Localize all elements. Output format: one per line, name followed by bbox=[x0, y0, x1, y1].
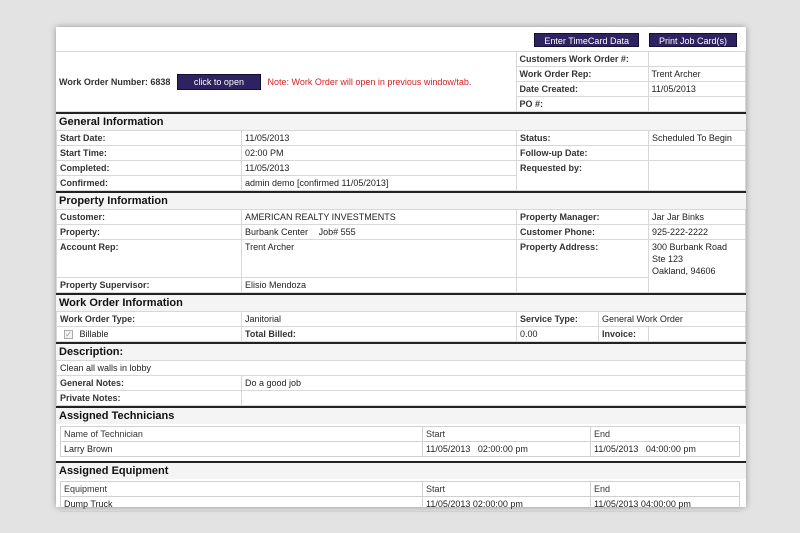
general-information-header: General Information bbox=[56, 112, 746, 130]
requested-by-label: Requested by: bbox=[516, 160, 649, 191]
address-line-3: Oakland, 94606 bbox=[652, 266, 716, 276]
completed-value: 11/05/2013 bbox=[241, 160, 517, 176]
technicians-table: Name of Technician Start End Larry Brown… bbox=[60, 426, 740, 457]
empty-cell bbox=[516, 277, 649, 293]
po-label: PO #: bbox=[515, 96, 649, 112]
confirmed-value: admin demo [confirmed 11/05/2013] bbox=[241, 175, 517, 191]
property-information-table: Customer: AMERICAN REALTY INVESTMENTS Pr… bbox=[56, 209, 746, 293]
description-header: Description: bbox=[56, 342, 746, 360]
start-time-label: Start Time: bbox=[56, 145, 242, 161]
property-information-header: Property Information bbox=[56, 191, 746, 209]
total-billed-value: 0.00 bbox=[516, 326, 599, 342]
customers-work-order-label: Customers Work Order #: bbox=[515, 51, 649, 67]
billable-checkbox[interactable]: ✓ bbox=[64, 330, 73, 340]
service-type-label: Service Type: bbox=[516, 311, 599, 327]
work-order-type-value: Janitorial bbox=[241, 311, 517, 327]
work-order-information-table: Work Order Type: Janitorial Service Type… bbox=[56, 311, 746, 342]
property-supervisor-label: Property Supervisor: bbox=[56, 277, 242, 293]
invoice-label: Invoice: bbox=[598, 326, 649, 342]
technician-name-column-header: Name of Technician bbox=[60, 426, 423, 442]
work-order-header: Work Order Number: 6838 click to open No… bbox=[56, 51, 746, 112]
equipment-end-column-header: End bbox=[590, 481, 740, 497]
account-rep-label: Account Rep: bbox=[56, 239, 242, 278]
requested-by-value bbox=[648, 160, 746, 191]
technician-end: 11/05/2013 04:00:00 pm bbox=[590, 441, 740, 457]
start-date-label: Start Date: bbox=[56, 130, 242, 146]
work-order-number: 6838 bbox=[150, 76, 171, 87]
work-order-card: Enter TimeCard Data Print Job Card(s) Wo… bbox=[56, 27, 746, 512]
table-row: Dump Truck 11/05/2013 02:00:00 pm 11/05/… bbox=[60, 496, 740, 512]
property-value: Burbank Center bbox=[245, 227, 309, 237]
property-supervisor-value: Elisio Mendoza bbox=[241, 277, 517, 293]
work-order-rep-value: Trent Archer bbox=[647, 66, 746, 82]
address-line-2: Ste 123 bbox=[652, 254, 684, 264]
date-created-value: 11/05/2013 bbox=[647, 81, 746, 97]
print-job-card-button[interactable]: Print Job Card(s) bbox=[648, 33, 737, 47]
general-notes-value: Do a good job bbox=[241, 375, 746, 391]
technician-name: Larry Brown bbox=[60, 441, 423, 457]
completed-label: Completed: bbox=[56, 160, 242, 176]
work-order-type-label: Work Order Type: bbox=[56, 311, 242, 327]
billable-label: Billable bbox=[79, 329, 109, 339]
technician-start: 11/05/2013 02:00:00 pm bbox=[422, 441, 591, 457]
open-note: Note: Work Order will open in previous w… bbox=[267, 76, 472, 87]
customer-phone-value: 925-222-2222 bbox=[648, 224, 746, 240]
property-address-label: Property Address: bbox=[516, 239, 649, 278]
assigned-technicians-header: Assigned Technicians bbox=[56, 406, 746, 424]
equipment-column-header: Equipment bbox=[60, 481, 423, 497]
table-row: Larry Brown 11/05/2013 02:00:00 pm 11/05… bbox=[60, 441, 740, 457]
job-number: Job# 555 bbox=[318, 227, 356, 237]
customer-value: AMERICAN REALTY INVESTMENTS bbox=[241, 209, 517, 225]
account-rep-value: Trent Archer bbox=[241, 239, 517, 278]
customer-label: Customer: bbox=[56, 209, 242, 225]
customers-work-order-value bbox=[647, 51, 746, 67]
work-order-number-label: Work Order Number: bbox=[59, 76, 148, 87]
general-information-table: Start Date: 11/05/2013 Status: Scheduled… bbox=[56, 130, 746, 191]
equipment-start-column-header: Start bbox=[422, 481, 591, 497]
toolbar: Enter TimeCard Data Print Job Card(s) bbox=[56, 27, 746, 51]
status-label: Status: bbox=[516, 130, 649, 146]
equipment-end: 11/05/2013 04:00:00 pm bbox=[590, 496, 740, 512]
customer-phone-label: Customer Phone: bbox=[516, 224, 649, 240]
property-label: Property: bbox=[56, 224, 242, 240]
follow-up-date-label: Follow-up Date: bbox=[516, 145, 649, 161]
confirmed-label: Confirmed: bbox=[56, 175, 242, 191]
property-manager-label: Property Manager: bbox=[516, 209, 649, 225]
address-line-1: 300 Burbank Road bbox=[652, 242, 728, 252]
invoice-value bbox=[648, 326, 746, 342]
service-type-value: General Work Order bbox=[598, 311, 746, 327]
assigned-equipment-header: Assigned Equipment bbox=[56, 461, 746, 479]
property-manager-value: Jar Jar Binks bbox=[648, 209, 746, 225]
property-value-cell: Burbank Center Job# 555 bbox=[241, 224, 517, 240]
work-order-information-header: Work Order Information bbox=[56, 293, 746, 311]
description-table: Clean all walls in lobby General Notes: … bbox=[56, 360, 746, 406]
technician-start-column-header: Start bbox=[422, 426, 591, 442]
private-notes-value bbox=[241, 390, 746, 406]
status-value: Scheduled To Begin bbox=[648, 130, 746, 146]
click-to-open-button[interactable]: click to open bbox=[176, 73, 261, 90]
equipment-name: Dump Truck bbox=[60, 496, 423, 512]
work-order-rep-label: Work Order Rep: bbox=[515, 66, 649, 82]
private-notes-label: Private Notes: bbox=[56, 390, 242, 406]
equipment-table: Equipment Start End Dump Truck 11/05/201… bbox=[60, 481, 740, 512]
general-notes-label: General Notes: bbox=[56, 375, 242, 391]
start-time-value: 02:00 PM bbox=[241, 145, 517, 161]
equipment-start: 11/05/2013 02:00:00 pm bbox=[422, 496, 591, 512]
billable-cell: ✓ Billable bbox=[56, 326, 242, 342]
technician-end-column-header: End bbox=[590, 426, 740, 442]
follow-up-date-value bbox=[648, 145, 746, 161]
total-billed-label: Total Billed: bbox=[241, 326, 517, 342]
start-date-value: 11/05/2013 bbox=[241, 130, 517, 146]
property-address-value: 300 Burbank Road Ste 123 Oakland, 94606 bbox=[648, 239, 746, 293]
po-value bbox=[647, 96, 746, 112]
work-order-number-cell: Work Order Number: 6838 click to open No… bbox=[56, 51, 517, 112]
description-text: Clean all walls in lobby bbox=[56, 360, 746, 376]
enter-timecard-button[interactable]: Enter TimeCard Data bbox=[534, 33, 639, 47]
date-created-label: Date Created: bbox=[515, 81, 649, 97]
